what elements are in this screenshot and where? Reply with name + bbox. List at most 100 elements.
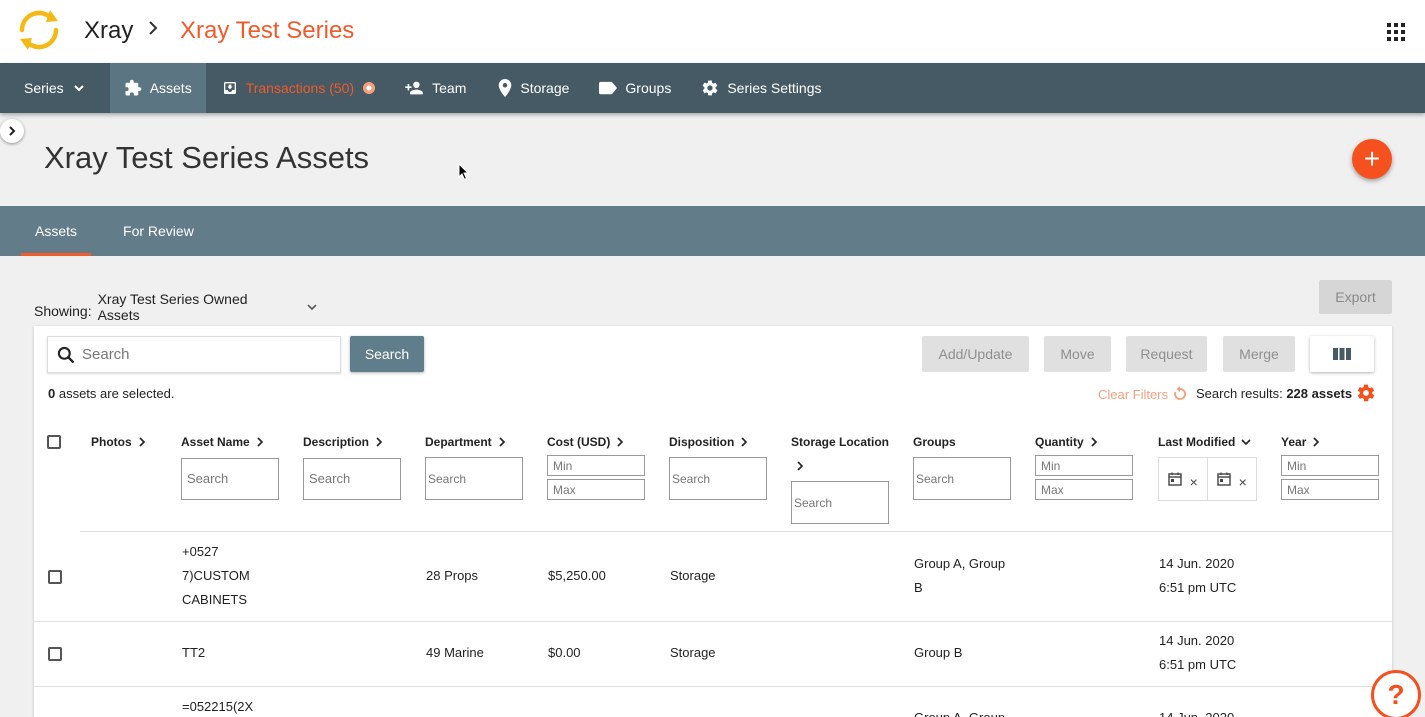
date-to-picker[interactable]: × — [1208, 458, 1257, 500]
nav-assets-label: Assets — [149, 80, 192, 96]
table-settings-gear-icon[interactable] — [1356, 383, 1376, 403]
showing-select[interactable]: Xray Test Series Owned Assets — [97, 291, 318, 330]
nav-transactions-label: Transactions (50) — [245, 80, 355, 96]
gear-icon — [703, 80, 718, 96]
asset-name-line[interactable]: =052215(2X — [182, 695, 253, 717]
results-label: Search results: — [1196, 386, 1287, 401]
main-nav: Series Assets Transactions (50) Team Sto… — [0, 63, 1425, 113]
row-divider — [34, 686, 1392, 687]
column-header-asset-name[interactable]: Asset Name — [181, 435, 264, 449]
asset-name-filter-input[interactable] — [181, 458, 279, 500]
nav-series-settings[interactable]: Series Settings — [685, 63, 835, 113]
disposition-filter-input[interactable] — [669, 457, 767, 500]
date-from-clear-icon[interactable]: × — [1190, 474, 1198, 490]
column-header-disposition[interactable]: Disposition — [669, 435, 748, 449]
column-header-cost[interactable]: Cost (USD) — [547, 435, 624, 449]
column-header-description[interactable]: Description — [303, 435, 383, 449]
asset-name-line[interactable]: +0527 — [182, 540, 219, 564]
columns-icon — [1333, 348, 1351, 360]
search-input[interactable] — [82, 346, 322, 363]
asset-name-line[interactable]: CABINETS — [182, 588, 247, 612]
chevron-right-icon[interactable] — [796, 461, 804, 471]
search-button[interactable]: Search — [350, 336, 424, 372]
tab-assets[interactable]: Assets — [21, 206, 92, 256]
app-name[interactable]: Xray — [84, 17, 133, 45]
search-field[interactable] — [47, 336, 341, 373]
chevron-right-icon — [1091, 437, 1097, 447]
selected-count-suffix: assets are selected. — [55, 386, 175, 401]
sidebar-expand-button[interactable] — [0, 119, 24, 143]
groups-filter-input[interactable] — [913, 457, 1011, 500]
column-header-department[interactable]: Department — [425, 435, 506, 449]
description-filter-input[interactable] — [303, 458, 401, 500]
chevron-right-icon — [139, 437, 145, 447]
breadcrumb-chevron-icon — [146, 18, 160, 44]
date-from-picker[interactable]: × — [1159, 458, 1208, 500]
row-checkbox[interactable] — [48, 647, 62, 661]
department-filter-input[interactable] — [425, 457, 523, 500]
nav-team[interactable]: Team — [390, 63, 480, 113]
chevron-down-icon — [1241, 439, 1251, 446]
column-last-modified-label: Last Modified — [1158, 435, 1236, 449]
quantity-min-input[interactable] — [1035, 455, 1133, 476]
quantity-max-input[interactable] — [1035, 479, 1133, 500]
nav-storage-label: Storage — [520, 80, 570, 96]
nav-groups[interactable]: Groups — [583, 63, 685, 113]
nav-storage[interactable]: Storage — [480, 63, 583, 113]
sub-nav: Assets For Review — [0, 206, 1425, 256]
search-results-text: Search results: 228 assets — [1196, 386, 1352, 401]
cost-min-input[interactable] — [547, 455, 645, 476]
refresh-logo-icon[interactable] — [14, 5, 64, 55]
columns-button[interactable] — [1310, 336, 1374, 372]
row-checkbox[interactable] — [48, 570, 62, 584]
chevron-right-icon — [1313, 437, 1320, 447]
chevron-right-icon — [376, 437, 383, 447]
disposition-cell: Storage — [670, 645, 716, 660]
column-header-year[interactable]: Year — [1281, 435, 1320, 449]
select-all-checkbox[interactable] — [47, 435, 61, 449]
asset-name-line[interactable]: TT2 — [182, 641, 205, 665]
column-storage-location-label: Storage Location — [791, 435, 890, 449]
mouse-cursor-icon — [458, 163, 470, 181]
help-button[interactable]: ? — [1371, 670, 1421, 717]
column-disposition-label: Disposition — [669, 435, 735, 449]
chevron-right-icon — [741, 437, 748, 447]
column-header-quantity[interactable]: Quantity — [1035, 435, 1098, 449]
label-tag-icon — [599, 81, 618, 95]
nav-transactions[interactable]: Transactions (50) — [206, 63, 390, 113]
column-description-label: Description — [303, 435, 370, 449]
apps-grid-icon[interactable] — [1387, 23, 1405, 41]
date-to-clear-icon[interactable]: × — [1239, 474, 1247, 490]
column-header-groups[interactable]: Groups — [913, 435, 956, 449]
asset-name-line[interactable]: 7)CUSTOM — [182, 564, 250, 588]
cost-cell: $0.00 — [548, 645, 581, 660]
last-modified-time: 6:51 pm UTC — [1159, 657, 1237, 672]
groups-cell-line: Group A, Group — [914, 706, 1005, 717]
request-button[interactable]: Request — [1126, 336, 1207, 372]
series-name[interactable]: Xray Test Series — [180, 17, 354, 45]
tab-for-review[interactable]: For Review — [109, 206, 208, 256]
column-cost-label: Cost (USD) — [547, 435, 611, 449]
add-asset-button[interactable]: + — [1352, 139, 1392, 179]
calendar-icon — [1216, 472, 1231, 486]
puzzle-icon — [125, 79, 141, 96]
column-header-last-modified[interactable]: Last Modified — [1158, 435, 1251, 449]
clear-filters-button[interactable]: Clear Filters — [1098, 386, 1188, 402]
year-max-input[interactable] — [1281, 479, 1379, 500]
nav-series-settings-label: Series Settings — [727, 80, 822, 96]
move-button[interactable]: Move — [1044, 336, 1111, 372]
showing-filter: Showing: Xray Test Series Owned Assets — [34, 291, 318, 330]
nav-assets[interactable]: Assets — [109, 63, 206, 113]
nav-series-dropdown[interactable]: Series — [0, 63, 110, 113]
year-min-input[interactable] — [1281, 455, 1379, 476]
inbox-icon — [223, 82, 236, 94]
storage-location-filter-input[interactable] — [791, 481, 889, 524]
merge-button[interactable]: Merge — [1223, 336, 1295, 372]
export-button[interactable]: Export — [1319, 280, 1392, 314]
column-header-photos[interactable]: Photos — [91, 435, 146, 449]
showing-value: Xray Test Series Owned Assets — [97, 291, 248, 323]
notification-badge-icon — [363, 82, 376, 94]
add-update-button[interactable]: Add/Update — [922, 336, 1029, 372]
cost-max-input[interactable] — [547, 479, 645, 500]
column-header-storage-location[interactable]: Storage Location — [791, 435, 889, 449]
